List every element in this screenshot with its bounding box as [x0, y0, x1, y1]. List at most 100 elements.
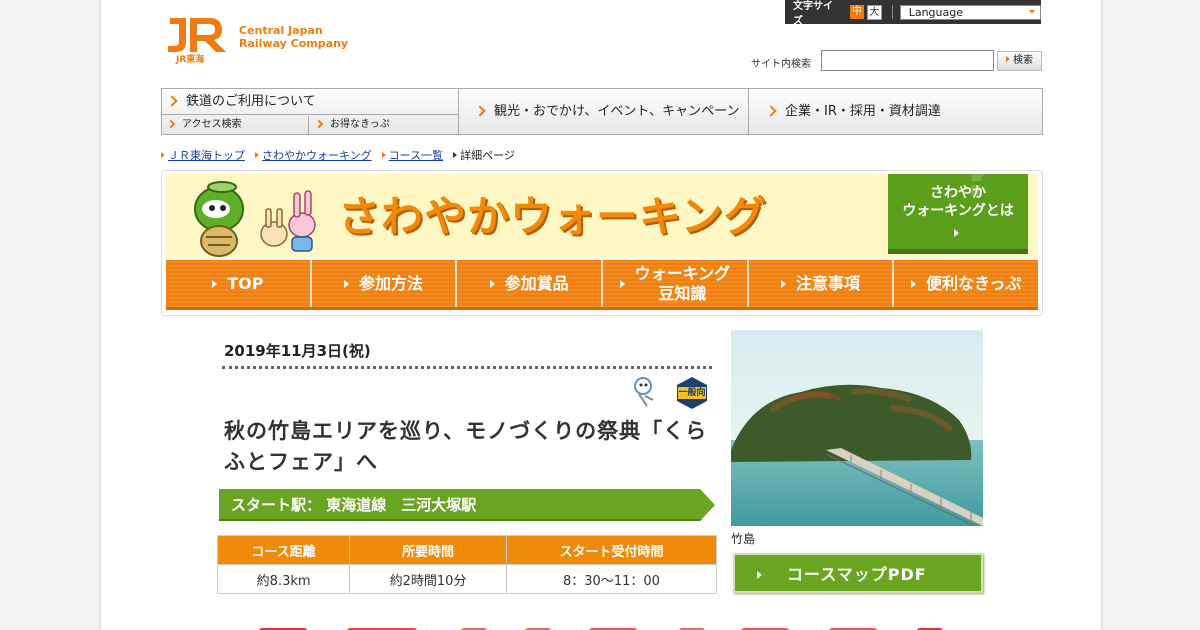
table-cell: 8：30～11：00: [505, 564, 718, 594]
arrow-right-icon: [453, 152, 458, 158]
walking-nav-how-to-join-label: 参加方法: [359, 273, 424, 293]
breadcrumb-link-walking[interactable]: さわやかウォーキング: [262, 149, 372, 162]
question-mark-icon: ?: [961, 144, 994, 209]
arrow-right-icon: [161, 152, 165, 158]
start-station: スタート駅： 東海道線 三河大塚駅: [219, 489, 715, 521]
what-is-walking-line2: ウォーキングとは: [902, 203, 1014, 219]
company-name: Central Japan Railway Company: [239, 24, 369, 50]
font-size-medium-button[interactable]: 中: [850, 5, 864, 19]
arrow-right-icon: [757, 571, 762, 579]
arrow-right-icon: [344, 279, 349, 288]
walking-nav-how-to-join[interactable]: 参加方法: [312, 260, 458, 307]
table-header: コース距離: [216, 535, 351, 565]
walking-nav-prizes[interactable]: 参加賞品: [457, 260, 604, 307]
nav-rail-usage-label: 鉄道のご利用について: [186, 94, 316, 109]
walking-nav-tickets[interactable]: 便利なきっぷ: [894, 260, 1038, 307]
arrow-right-icon: [381, 152, 386, 158]
what-is-walking-line1: さわやか: [930, 185, 986, 201]
jr-central-logo[interactable]: JR東海 Central Japan Railway Company: [166, 16, 348, 66]
arrow-right-icon: [911, 279, 916, 288]
table-header-row: コース距離 所要時間 スタート受付時間: [216, 535, 718, 565]
table-cell: 約2時間10分: [349, 564, 507, 594]
photo-caption: 竹島: [731, 532, 756, 546]
walking-nav: TOP 参加方法 参加賞品 ウォーキング 豆知識 注意事項 便利なきっぷ: [166, 260, 1038, 310]
nav-discount-tickets-label: お得なきっぷ: [330, 119, 390, 130]
breadcrumb-current-label: 詳細ページ: [460, 149, 515, 162]
arrow-right-icon: [255, 152, 259, 158]
event-title: 秋の竹島エリアを巡り、モノづくりの祭典「くらふとフェア」へ: [224, 419, 708, 474]
walking-nav-knowledge-label: ウォーキング 豆知識: [635, 264, 731, 304]
course-info-table: コース距離 所要時間 スタート受付時間 約8.3km 約2時間10分 8：30～…: [216, 535, 718, 594]
takeshima-photo: [731, 330, 983, 526]
course-map-pdf-button[interactable]: コースマップPDF: [733, 553, 983, 593]
nav-group-rail: 鉄道のご利用について アクセス検索 お得なきっぷ: [162, 89, 459, 134]
walking-nav-top[interactable]: TOP: [166, 260, 312, 307]
utility-bar: 文字サイズ 中 大 Language: [785, 0, 1041, 27]
chevron-right-icon: [314, 119, 324, 129]
general-audience-badge: 一般向: [675, 376, 709, 410]
cut-off-buttons-row: [259, 628, 943, 630]
walking-nav-notes[interactable]: 注意事項: [749, 260, 895, 307]
table-header: 所要時間: [349, 535, 507, 565]
chevron-right-icon: [765, 105, 777, 117]
dotted-divider: [222, 366, 712, 369]
chevron-down-icon: [1029, 9, 1035, 14]
arrow-right-icon: [489, 279, 495, 288]
mascot-characters-illustration: [194, 181, 316, 257]
global-nav: 鉄道のご利用について アクセス検索 お得なきっぷ 観光・おでかけ、イベント、キャ…: [161, 88, 1043, 135]
walking-nav-knowledge-line1: ウォーキング: [634, 263, 731, 283]
nav-discount-tickets[interactable]: お得なきっぷ: [310, 116, 458, 134]
search-label: サイト内検索: [751, 59, 811, 70]
company-name-line1: Central Japan: [239, 24, 323, 37]
search-button[interactable]: 検索: [997, 51, 1042, 71]
arrow-right-icon: [1006, 56, 1010, 62]
walking-nav-knowledge-line2: 豆知識: [658, 283, 707, 303]
arrow-right-icon: [781, 279, 787, 288]
nav-access-search-label: アクセス検索: [182, 119, 242, 130]
chevron-right-icon: [474, 105, 486, 117]
font-size-large-button[interactable]: 大: [866, 4, 882, 20]
chevron-right-icon: [166, 95, 178, 107]
divider: [891, 5, 893, 19]
course-map-pdf-label: コースマップPDF: [787, 565, 927, 584]
breadcrumb-link-course-list[interactable]: コース一覧: [389, 149, 443, 162]
nav-corporate-label: 企業・IR・採用・資材調達: [785, 104, 941, 119]
logo-subtext: JR東海: [176, 55, 205, 65]
walking-nav-prizes-label: 参加賞品: [504, 273, 569, 293]
table-cell: 約8.3km: [216, 564, 351, 594]
search-input[interactable]: [821, 50, 994, 71]
event-date: 2019年11月3日(祝): [224, 342, 371, 360]
walking-nav-tickets-label: 便利なきっぷ: [926, 273, 1022, 293]
walking-nav-top-label: TOP: [227, 273, 264, 293]
breadcrumb-current: 詳細ページ: [453, 147, 515, 163]
font-size-label: 文字サイズ: [793, 1, 833, 27]
nav-rail-usage[interactable]: 鉄道のご利用について: [162, 89, 458, 115]
language-select[interactable]: Language: [899, 4, 1041, 20]
breadcrumb-item[interactable]: さわやかウォーキング: [255, 147, 372, 163]
breadcrumb-item[interactable]: ＪＲ東海トップ: [161, 147, 245, 163]
arrow-right-icon: [954, 229, 959, 237]
chevron-right-icon: [166, 119, 176, 129]
general-audience-badge-label: 一般向: [678, 388, 706, 398]
company-name-line2: Railway Company: [239, 37, 349, 50]
breadcrumb: ＪＲ東海トップ さわやかウォーキング コース一覧 詳細ページ: [161, 147, 525, 163]
nav-tourism-label: 観光・おでかけ、イベント、キャンペーン: [494, 104, 740, 119]
nav-tourism[interactable]: 観光・おでかけ、イベント、キャンペーン: [458, 89, 749, 134]
walking-nav-notes-label: 注意事項: [796, 273, 861, 293]
what-is-walking-button[interactable]: ? さわやか ウォーキングとは: [888, 149, 1028, 254]
page: 文字サイズ 中 大 Language JR東海 Central Japan Ra…: [100, 0, 1102, 630]
banner-title: さわやかウォーキング: [338, 192, 767, 241]
language-select-label: Language: [908, 5, 963, 19]
table-header: スタート受付時間: [505, 535, 718, 565]
breadcrumb-link-jr-top[interactable]: ＪＲ東海トップ: [168, 149, 245, 162]
nav-corporate[interactable]: 企業・IR・採用・資材調達: [749, 89, 1042, 134]
arrow-right-icon: [212, 279, 218, 288]
walking-banner: さわやかウォーキング ? さわやか ウォーキングとは TOP 参加方法 参加賞品…: [161, 149, 1043, 316]
search-button-label: 検索: [1013, 55, 1033, 66]
breadcrumb-item[interactable]: コース一覧: [381, 147, 443, 163]
arrow-right-icon: [619, 279, 625, 288]
nav-access-search[interactable]: アクセス検索: [162, 116, 309, 134]
walking-nav-knowledge[interactable]: ウォーキング 豆知識: [603, 260, 749, 307]
table-row: 約8.3km 約2時間10分 8：30～11：00: [216, 564, 718, 594]
walker-icon: [634, 377, 654, 407]
